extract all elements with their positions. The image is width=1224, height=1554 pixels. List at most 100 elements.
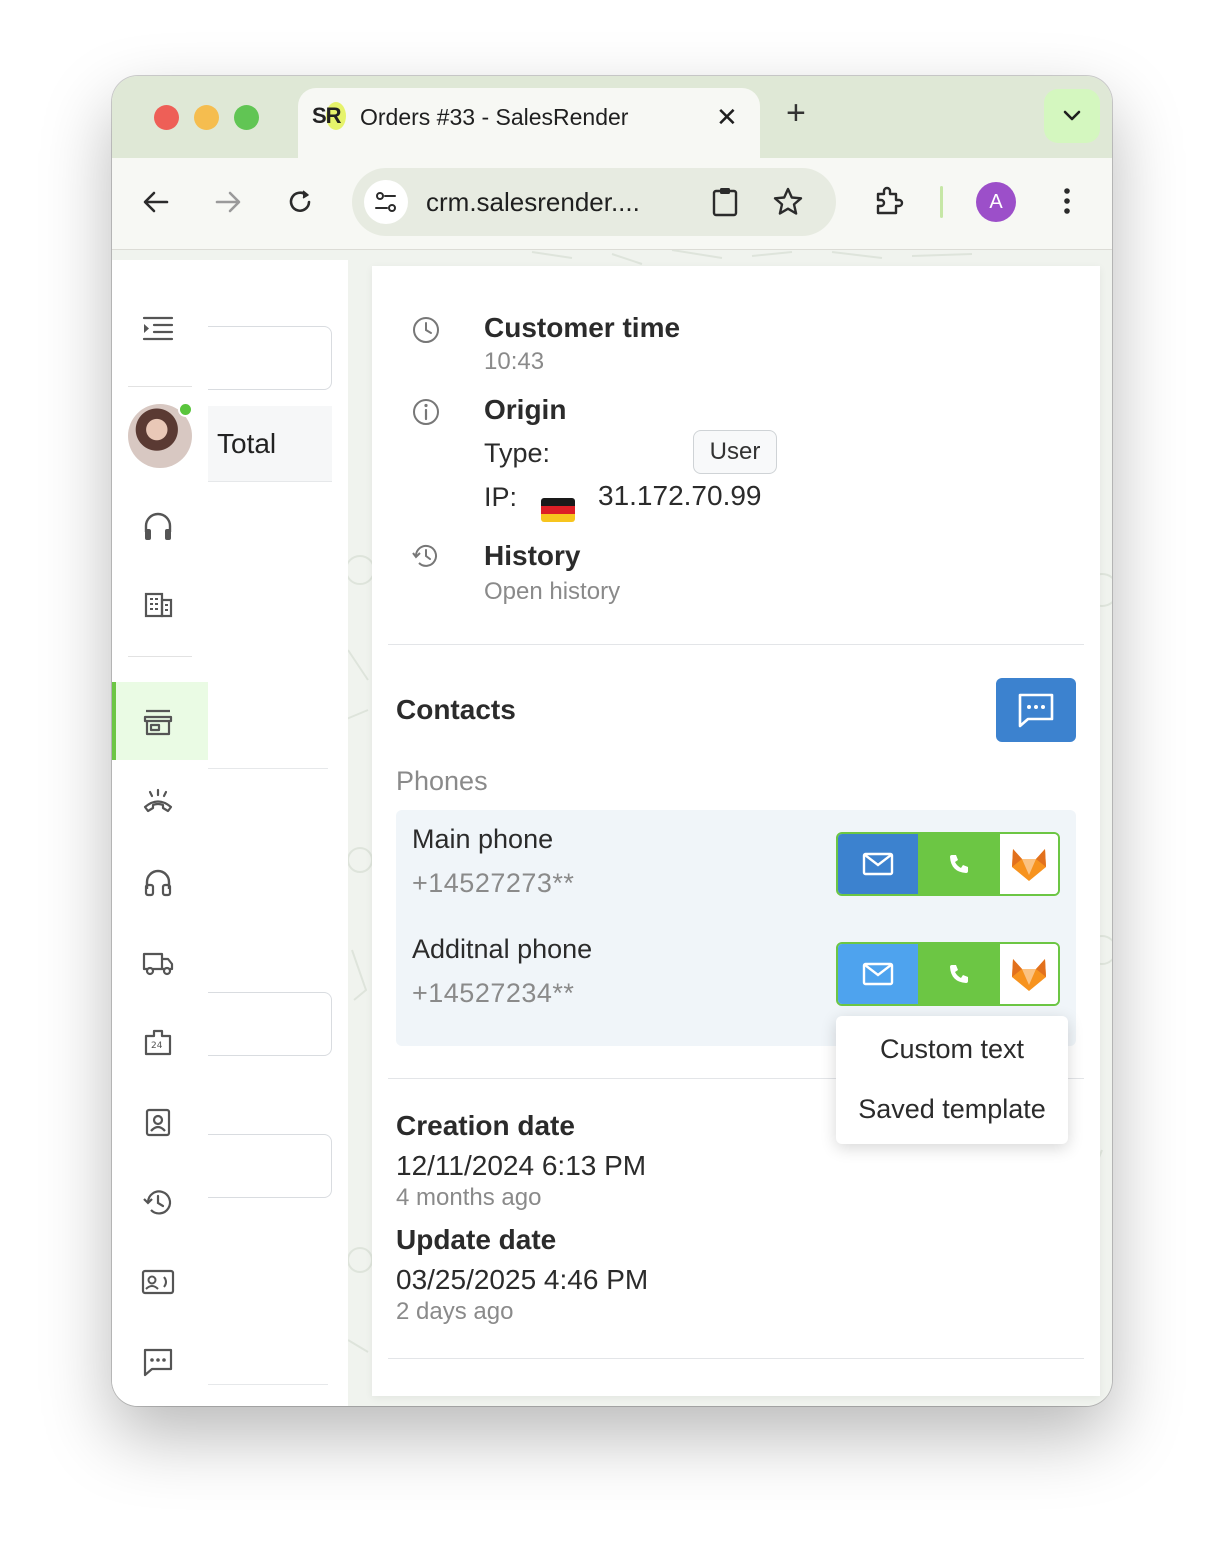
filter-input[interactable]	[208, 1134, 332, 1198]
sms-button[interactable]	[838, 944, 918, 1004]
reload-icon[interactable]	[282, 184, 318, 220]
page-content: 24 Total Customer time 10:43 Origin Type…	[112, 250, 1112, 1406]
menu-item-saved-template[interactable]: Saved template	[836, 1094, 1068, 1125]
contact-card-icon	[145, 1108, 171, 1137]
history-clock-icon	[412, 544, 437, 567]
nav-call-center[interactable]	[112, 1242, 208, 1320]
creation-date-ago: 4 months ago	[396, 1184, 542, 1211]
phone-name: Additnal phone	[412, 934, 593, 964]
contacts-title: Contacts	[396, 694, 516, 725]
origin-type-label: Type:	[484, 438, 551, 468]
update-date-value: 03/25/2025 4:46 PM	[396, 1264, 649, 1295]
germany-flag-icon	[541, 498, 575, 522]
close-tab-icon[interactable]: ✕	[716, 102, 738, 133]
sms-options-menu: Custom text Saved template	[836, 1016, 1068, 1144]
orders-list-panel: Total	[208, 260, 348, 1406]
menu-item-custom-text[interactable]: Custom text	[836, 1034, 1068, 1065]
browser-toolbar: crm.salesrender....	[112, 158, 1112, 250]
phone-actions	[836, 832, 1060, 896]
browser-window: SR Orders #33 - SalesRender ✕ + crm.sale…	[112, 76, 1112, 1406]
extensions-puzzle-icon[interactable]	[870, 182, 908, 220]
phone-icon	[950, 855, 968, 873]
forward-arrow-icon[interactable]	[210, 184, 246, 220]
tab-orders[interactable]: SR Orders #33 - SalesRender ✕	[298, 88, 760, 158]
sms-button[interactable]	[838, 834, 918, 894]
section-divider	[388, 644, 1084, 645]
tab-title: Orders #33 - SalesRender	[360, 104, 629, 130]
section-divider	[388, 1358, 1084, 1359]
creation-date-value: 12/11/2024 6:13 PM	[396, 1150, 647, 1181]
menu-toggle-icon	[142, 316, 174, 341]
order-details-card: Customer time 10:43 Origin Type: User IP…	[372, 266, 1100, 1396]
update-date-title: Update date	[396, 1224, 557, 1255]
more-vert-icon[interactable]	[1048, 182, 1086, 220]
back-arrow-icon[interactable]	[138, 184, 174, 220]
nav-history[interactable]	[112, 1162, 208, 1240]
nav-divider	[128, 386, 192, 387]
fox-logo-icon	[1012, 959, 1046, 991]
nav-contacts[interactable]	[112, 1082, 208, 1160]
address-bar[interactable]: crm.salesrender....	[352, 168, 836, 236]
svg-text:24: 24	[151, 1041, 163, 1051]
profile-avatar[interactable]: A	[976, 182, 1016, 222]
history-icon	[143, 1190, 172, 1215]
nav-companies[interactable]	[112, 564, 208, 642]
call-button[interactable]	[918, 834, 1000, 894]
update-date-ago: 2 days ago	[396, 1298, 514, 1325]
headset-icon	[144, 512, 172, 540]
online-status-dot	[178, 402, 193, 417]
origin-title: Origin	[484, 394, 567, 425]
site-settings-icon[interactable]	[364, 180, 408, 224]
call-end-icon	[143, 788, 173, 813]
open-history-link[interactable]: Open history	[484, 578, 620, 606]
phones-label: Phones	[396, 766, 488, 796]
phones-list: Main phone +14527273** Additnal phone +1…	[396, 810, 1076, 1046]
nav-orders[interactable]	[112, 682, 208, 760]
customer-time-value: 10:43	[484, 348, 545, 375]
truck-icon	[142, 952, 174, 976]
contact-phone-icon	[141, 1269, 175, 1295]
envelope-icon	[862, 962, 894, 986]
origin-ip-label: IP:	[484, 482, 518, 512]
filter-input[interactable]	[208, 326, 332, 390]
fox-logo-icon	[1012, 849, 1046, 881]
envelope-icon	[862, 852, 894, 876]
new-tab-icon[interactable]: +	[786, 94, 806, 133]
call-button[interactable]	[918, 944, 1000, 1004]
creation-date-title: Creation date	[396, 1110, 575, 1141]
toolbar-divider	[940, 186, 943, 218]
tab-search-button[interactable]	[1044, 89, 1100, 143]
phone-icon	[950, 965, 968, 983]
info-icon	[413, 399, 439, 425]
phone-name: Main phone	[412, 824, 554, 854]
salesrender-favicon-icon: SR	[312, 102, 346, 133]
nav-delivery[interactable]	[112, 922, 208, 1000]
gitlab-fox-button[interactable]	[1000, 944, 1058, 1004]
nav-messages[interactable]	[112, 1322, 208, 1400]
maximize-window-button[interactable]	[234, 105, 259, 130]
nav-toggle[interactable]	[112, 290, 208, 368]
list-divider	[208, 768, 328, 769]
bookmark-star-icon[interactable]	[770, 184, 806, 220]
headphones-icon	[144, 869, 172, 897]
minimize-window-button[interactable]	[194, 105, 219, 130]
nav-calls[interactable]	[112, 762, 208, 840]
close-window-button[interactable]	[154, 105, 179, 130]
clock-icon	[413, 317, 439, 343]
nav-support[interactable]	[112, 486, 208, 564]
warehouse-24-icon: 24	[144, 1029, 172, 1056]
phone-number: +14527273**	[412, 868, 575, 898]
clipboard-icon[interactable]	[708, 185, 742, 219]
url-text: crm.salesrender....	[426, 187, 640, 217]
filter-input[interactable]	[208, 992, 332, 1056]
nav-warehouse[interactable]: 24	[112, 1002, 208, 1080]
building-icon	[144, 592, 173, 618]
chevron-down-icon	[1063, 110, 1081, 121]
left-navigation: 24	[112, 260, 208, 1406]
total-header: Total	[208, 406, 332, 482]
phone-number: +14527234**	[412, 978, 575, 1008]
send-message-button[interactable]	[996, 678, 1076, 742]
phone-actions	[836, 942, 1060, 1006]
gitlab-fox-button[interactable]	[1000, 834, 1058, 894]
nav-operators[interactable]	[112, 842, 208, 920]
